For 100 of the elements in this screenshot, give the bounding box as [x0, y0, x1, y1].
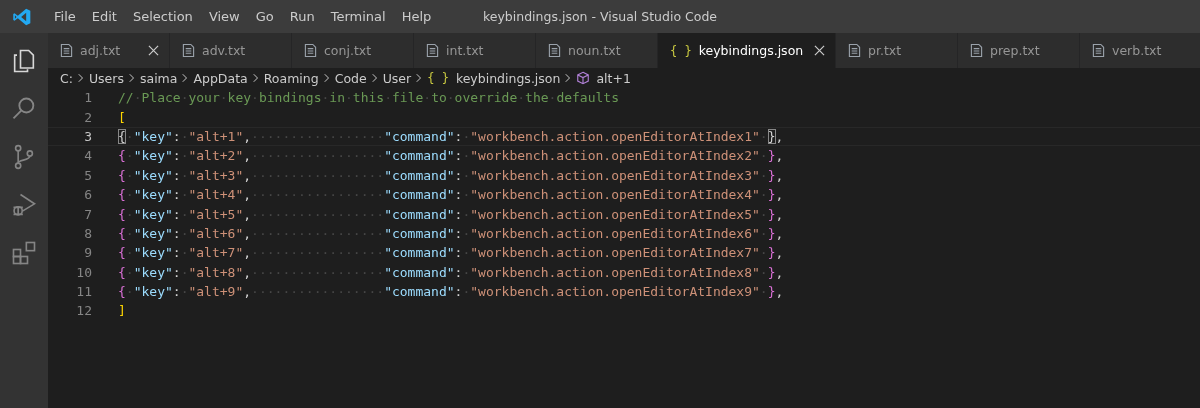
code-string: "workbench.action.openEditorAtIndex6": [470, 225, 760, 241]
file-icon: [182, 43, 195, 58]
editor-tab[interactable]: verb.txt: [1080, 33, 1200, 68]
menu-item[interactable]: Terminal: [322, 9, 394, 24]
editor-tab[interactable]: conj.txt: [292, 33, 414, 68]
code-brace: }: [767, 167, 776, 183]
code-punctuation: :: [172, 225, 181, 241]
whitespace-dots: ·: [462, 187, 471, 203]
whitespace-dots: ·: [446, 90, 455, 106]
editor-tab[interactable]: { } keybindings.json: [658, 33, 836, 68]
breadcrumb-item[interactable]: saima: [139, 70, 178, 86]
code-brace: }: [767, 206, 776, 222]
menu-item[interactable]: Go: [247, 9, 282, 24]
whitespace-dots: ·: [133, 90, 142, 106]
code-punctuation: :: [454, 206, 463, 222]
code-brace: }: [767, 245, 776, 261]
line-number: 6: [83, 187, 92, 203]
line-number: 9: [83, 245, 92, 261]
line-number: 11: [75, 284, 92, 300]
editor-tab[interactable]: adv.txt: [170, 33, 292, 68]
editor-tab[interactable]: adj.txt: [48, 33, 170, 68]
file-icon: [848, 43, 861, 58]
code-comment: this: [352, 90, 385, 106]
menu-item[interactable]: File: [46, 9, 84, 24]
code-punctuation: ,: [775, 284, 784, 300]
whitespace-dots: ·················: [251, 187, 385, 203]
whitespace-dots: ·················: [251, 225, 385, 241]
whitespace-dots: ·: [125, 187, 134, 203]
code-comment: Place: [141, 90, 181, 106]
code-key: "command": [384, 206, 455, 222]
line-number: 4: [83, 148, 92, 164]
menu-item[interactable]: View: [200, 9, 248, 24]
whitespace-dots: ·: [462, 225, 471, 241]
menu-item[interactable]: Run: [281, 9, 323, 24]
whitespace-dots: ·: [462, 284, 471, 300]
code-brace: }: [767, 264, 776, 280]
code-key: "command": [384, 225, 455, 241]
code-string: "workbench.action.openEditorAtIndex9": [470, 284, 760, 300]
close-icon[interactable]: [814, 45, 825, 56]
code-punctuation: ,: [775, 245, 784, 261]
breadcrumb-item[interactable]: C:: [60, 70, 73, 86]
breadcrumb-item[interactable]: AppData: [193, 70, 248, 86]
code-key: "key": [133, 284, 173, 300]
whitespace-dots: ·: [759, 245, 768, 261]
code-key: "key": [133, 225, 173, 241]
file-icon: [426, 43, 439, 58]
code-punctuation: ,: [775, 225, 784, 241]
whitespace-dots: ·: [462, 148, 471, 164]
editor-tab[interactable]: pr.txt: [836, 33, 958, 68]
menu-item[interactable]: Edit: [83, 9, 125, 24]
cube-icon: [576, 71, 591, 85]
whitespace-dots: ·: [462, 264, 471, 280]
whitespace-dots: ·: [180, 148, 189, 164]
run-debug-icon[interactable]: [10, 191, 38, 219]
file-icon: [970, 43, 983, 58]
code-string: "workbench.action.openEditorAtIndex1": [470, 128, 760, 144]
breadcrumb-item[interactable]: User: [382, 70, 412, 86]
breadcrumb-item[interactable]: keybindings.json: [455, 70, 561, 86]
code-string: "workbench.action.openEditorAtIndex8": [470, 264, 760, 280]
code-bracket: [: [118, 109, 126, 125]
code-punctuation: ,: [243, 128, 252, 144]
extensions-icon[interactable]: [10, 239, 38, 267]
code-string: "workbench.action.openEditorAtIndex3": [470, 167, 760, 183]
whitespace-dots: ·: [125, 245, 134, 261]
chevron-icon: [128, 73, 135, 83]
file-icon: [548, 43, 561, 58]
chevron-icon: [77, 73, 84, 83]
code-punctuation: ,: [243, 264, 252, 280]
code-punctuation: :: [454, 148, 463, 164]
code-brace: {: [118, 245, 126, 261]
whitespace-dots: ·: [759, 128, 768, 144]
breadcrumb-item[interactable]: Users: [88, 70, 124, 86]
file-icon: [60, 43, 73, 58]
whitespace-dots: ·: [125, 225, 134, 241]
menu-item[interactable]: Selection: [124, 9, 201, 24]
whitespace-dots: ·: [548, 90, 557, 106]
code-punctuation: ,: [775, 167, 784, 183]
breadcrumb-item[interactable]: alt+1: [596, 70, 631, 86]
code-punctuation: :: [454, 167, 463, 183]
editor-tab[interactable]: int.txt: [414, 33, 536, 68]
whitespace-dots: ·: [462, 245, 471, 261]
breadcrumb-item[interactable]: Roaming: [263, 70, 319, 86]
code-punctuation: ,: [775, 206, 784, 222]
whitespace-dots: ·: [125, 148, 134, 164]
chevron-icon: [565, 73, 572, 83]
menu-item[interactable]: Help: [393, 9, 440, 24]
chevron-icon: [416, 73, 423, 83]
whitespace-dots: ·················: [251, 245, 385, 261]
editor-tab[interactable]: noun.txt: [536, 33, 658, 68]
code-string: "workbench.action.openEditorAtIndex7": [470, 245, 760, 261]
code-comment: //: [118, 90, 134, 106]
code-string: "alt+5": [188, 206, 244, 222]
code-punctuation: :: [172, 187, 181, 203]
code-punctuation: :: [454, 245, 463, 261]
close-icon[interactable]: [148, 45, 159, 56]
whitespace-dots: ·: [423, 90, 432, 106]
breadcrumb-item[interactable]: Code: [334, 70, 367, 86]
editor-tab[interactable]: prep.txt: [958, 33, 1080, 68]
code-brace: {: [118, 187, 126, 203]
code-brace: {: [118, 264, 126, 280]
